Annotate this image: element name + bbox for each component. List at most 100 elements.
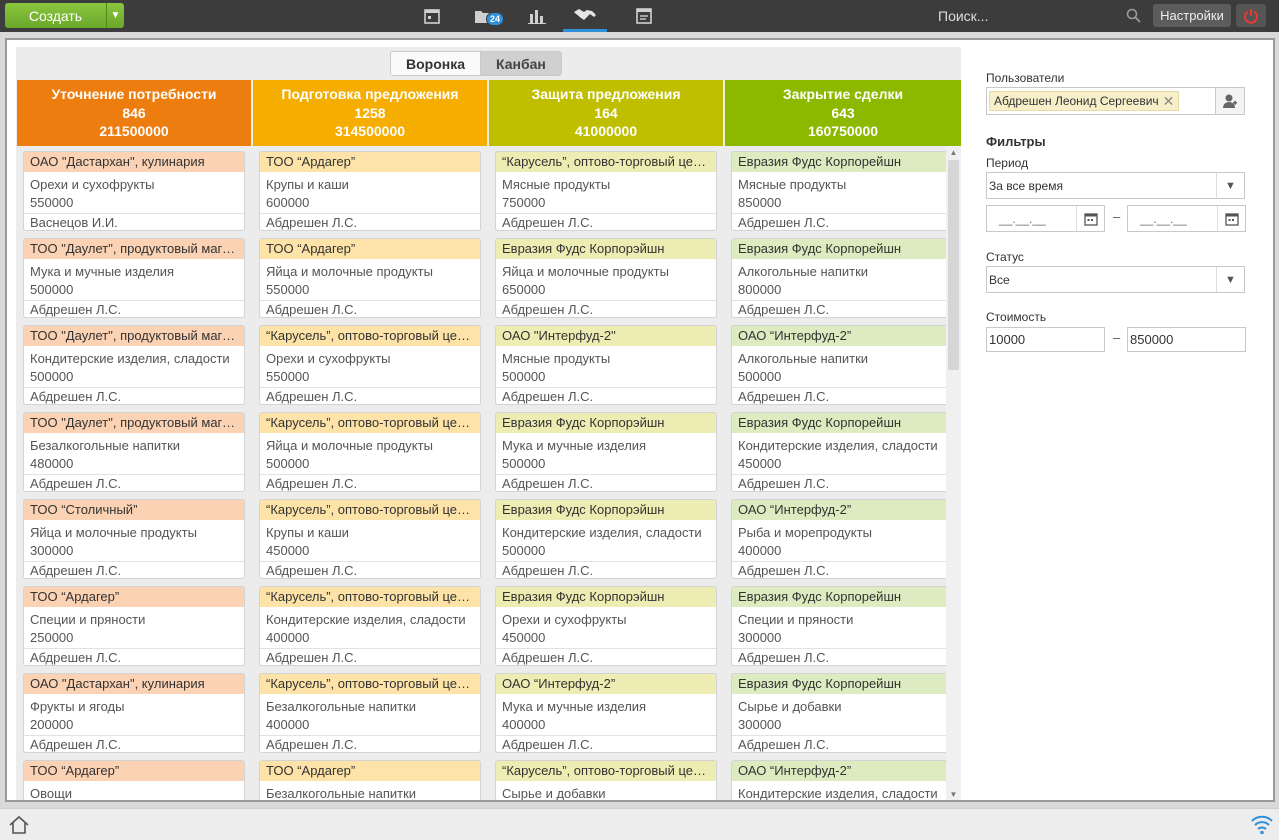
deal-card[interactable]: ОАО "Дастархан", кулинария Фрукты и ягоды…	[23, 673, 245, 753]
deal-company: “Карусель”, оптово-торговый центр	[260, 500, 480, 520]
scroll-up-arrow-icon[interactable]: ▲	[948, 146, 959, 158]
deal-owner: Абдрешен Л.С.	[732, 387, 952, 404]
deal-product: Сырье и добавки	[738, 699, 842, 714]
deal-company: Евразия Фудс Корпорейшн	[732, 152, 952, 172]
nav-deals[interactable]	[563, 0, 607, 32]
deal-card[interactable]: “Карусель”, оптово-торговый центр Сырье и…	[495, 760, 717, 800]
deal-card[interactable]: ОАО “Интерфуд-2” Алкогольные напитки 50000…	[731, 325, 953, 405]
deal-amount: 400000	[266, 717, 310, 732]
search-icon[interactable]	[1126, 8, 1141, 26]
create-button[interactable]: Создать	[5, 3, 106, 28]
deal-company: ТОО "Даулет", продуктовый магазин	[24, 326, 244, 346]
deal-card[interactable]: ТОО "Даулет", продуктовый магазин Кондите…	[23, 325, 245, 405]
deal-card[interactable]: “Карусель”, оптово-торговый центр Яйца и …	[259, 412, 481, 492]
deal-card[interactable]: ОАО “Интерфуд-2” Рыба и морепродукты 40000…	[731, 499, 953, 579]
remove-user-icon[interactable]: ✕	[1163, 93, 1175, 110]
deal-product: Орехи и сухофрукты	[30, 177, 155, 192]
deal-card[interactable]: Евразия Фудс Корпорэйшн Яйца и молочные п…	[495, 238, 717, 318]
deal-card[interactable]: Евразия Фудс Корпорейшн Алкогольные напит…	[731, 238, 953, 318]
column-header[interactable]: Уточнение потребности 846 211500000	[17, 80, 251, 146]
chevron-down-icon: ▼	[1216, 267, 1244, 292]
deal-company: ОАО “Интерфуд-2”	[732, 761, 952, 781]
deal-card[interactable]: ТОО “Ардагер” Яйца и молочные продукты 550…	[259, 238, 481, 318]
users-field[interactable]: Абдрешен Леонид Сергеевич ✕	[986, 87, 1216, 115]
deal-card[interactable]: ТОО “Ардагер” Овощи	[23, 760, 245, 800]
deal-card[interactable]: “Карусель”, оптово-торговый центр Крупы и…	[259, 499, 481, 579]
board-scrollbar[interactable]: ▲ ▼	[946, 146, 961, 800]
deal-card[interactable]: ОАО "Интерфуд-2" Мясные продукты 500000 Абд…	[495, 325, 717, 405]
kanban-board: Воронка Канбан Уточнение потребности 846 2…	[16, 47, 961, 800]
bottom-bar	[0, 808, 1279, 840]
deal-card[interactable]: ТОО "Даулет", продуктовый магазин Мука и …	[23, 238, 245, 318]
view-kanban-button[interactable]: Канбан	[480, 52, 561, 75]
main-frame: Воронка Канбан Уточнение потребности 846 2…	[5, 38, 1275, 802]
cards-area: ОАО "Дастархан", кулинария Орехи и сухофр…	[16, 146, 961, 800]
chevron-down-icon: ▼	[110, 10, 121, 21]
deal-card[interactable]: ТОО "Даулет", продуктовый магазин Безалко…	[23, 412, 245, 492]
nav-reports[interactable]	[624, 0, 664, 32]
view-funnel-button[interactable]: Воронка	[391, 52, 481, 75]
deal-company: “Карусель”, оптово-торговый центр	[496, 152, 716, 172]
deal-company: Евразия Фудс Корпорэйшн	[496, 500, 716, 520]
deal-card[interactable]: ТОО “Ардагер” Безалкогольные напитки	[259, 760, 481, 800]
deal-product: Кондитерские изделия, сладости	[738, 786, 938, 800]
deal-amount: 500000	[266, 456, 310, 471]
status-value: Все	[989, 272, 1010, 287]
cost-to-input[interactable]	[1127, 327, 1246, 352]
deal-card[interactable]: ОАО "Дастархан", кулинария Орехи и сухофр…	[23, 151, 245, 231]
deal-card[interactable]: Евразия Фудс Корпорейшн Мясные продукты 85…	[731, 151, 953, 231]
column-header[interactable]: Закрытие сделки 643 160750000	[725, 80, 961, 146]
deal-company: “Карусель”, оптово-торговый центр	[260, 413, 480, 433]
deal-card[interactable]: ОАО “Интерфуд-2” Мука и мучные изделия 400…	[495, 673, 717, 753]
deal-card[interactable]: ТОО “Ардагер” Специи и пряности 250000 Абдр…	[23, 586, 245, 666]
deal-card[interactable]: Евразия Фудс Корпорэйшн Мука и мучные изд…	[495, 412, 717, 492]
search-input[interactable]: Поиск...	[938, 8, 988, 24]
power-button[interactable]	[1236, 4, 1266, 27]
deal-company: Евразия Фудс Корпорэйшн	[496, 239, 716, 259]
deal-owner: Абдрешен Л.С.	[496, 213, 716, 230]
column-count: 643	[831, 104, 855, 121]
deal-card[interactable]: Евразия Фудс Корпорейшн Специи и пряности…	[731, 586, 953, 666]
deal-card[interactable]: “Карусель”, оптово-торговый центр Орехи и…	[259, 325, 481, 405]
home-icon[interactable]	[8, 815, 30, 838]
deal-card[interactable]: Евразия Фудс Корпорэйшн Орехи и сухофрукт…	[495, 586, 717, 666]
deal-card[interactable]: “Карусель”, оптово-торговый центр Мясные …	[495, 151, 717, 231]
nav-folder[interactable]: 24	[464, 0, 505, 32]
cost-from-input[interactable]	[986, 327, 1105, 352]
deal-product: Яйца и молочные продукты	[266, 264, 433, 279]
deal-card[interactable]: Евразия Фудс Корпорейшн Кондитерские изде…	[731, 412, 953, 492]
deal-card[interactable]: ТОО “Ардагер” Крупы и каши 600000 Абдрешен …	[259, 151, 481, 231]
deal-owner: Абдрешен Л.С.	[24, 387, 244, 404]
deal-owner: Абдрешен Л.С.	[496, 300, 716, 317]
status-select[interactable]: Все ▼	[986, 266, 1245, 293]
deal-amount: 500000	[502, 543, 546, 558]
deal-company: Евразия Фудс Корпорэйшн	[496, 413, 716, 433]
pick-user-button[interactable]	[1215, 87, 1245, 115]
deal-company: “Карусель”, оптово-торговый центр	[496, 761, 716, 781]
deal-card[interactable]: Евразия Фудс Корпорэйшн Кондитерские изде…	[495, 499, 717, 579]
deal-owner: Абдрешен Л.С.	[496, 648, 716, 665]
calendar-icon[interactable]	[1217, 206, 1245, 231]
deal-amount: 550000	[30, 195, 74, 210]
deal-card[interactable]: “Карусель”, оптово-торговый центр Кондите…	[259, 586, 481, 666]
scroll-down-arrow-icon[interactable]: ▼	[948, 788, 959, 800]
deal-card[interactable]: “Карусель”, оптово-торговый центр Безалко…	[259, 673, 481, 753]
scroll-thumb[interactable]	[948, 160, 959, 370]
nav-analytics[interactable]	[517, 0, 557, 32]
deal-amount: 450000	[738, 456, 782, 471]
period-select[interactable]: За все время ▼	[986, 172, 1245, 199]
column-header[interactable]: Подготовка предложения 1258 314500000	[253, 80, 487, 146]
column-header[interactable]: Защита предложения 164 41000000	[489, 80, 723, 146]
calendar-icon[interactable]	[1076, 206, 1104, 231]
nav-calendar[interactable]	[412, 0, 452, 32]
column-title: Защита предложения	[531, 86, 681, 103]
deal-card[interactable]: ТОО “Столичный” Яйца и молочные продукты 3…	[23, 499, 245, 579]
deal-card[interactable]: Евразия Фудс Корпорейшн Сырье и добавки 30…	[731, 673, 953, 753]
deal-card[interactable]: ОАО “Интерфуд-2” Кондитерские изделия, сл…	[731, 760, 953, 800]
deal-product: Алкогольные напитки	[738, 264, 869, 279]
settings-button[interactable]: Настройки	[1153, 4, 1231, 27]
filters-panel: Пользователи Абдрешен Леонид Сергеевич ✕…	[967, 47, 1272, 800]
date-to-input[interactable]: __.__.__	[1127, 205, 1246, 232]
create-dropdown-toggle[interactable]: ▼	[106, 3, 124, 28]
date-from-input[interactable]: __.__.__	[986, 205, 1105, 232]
